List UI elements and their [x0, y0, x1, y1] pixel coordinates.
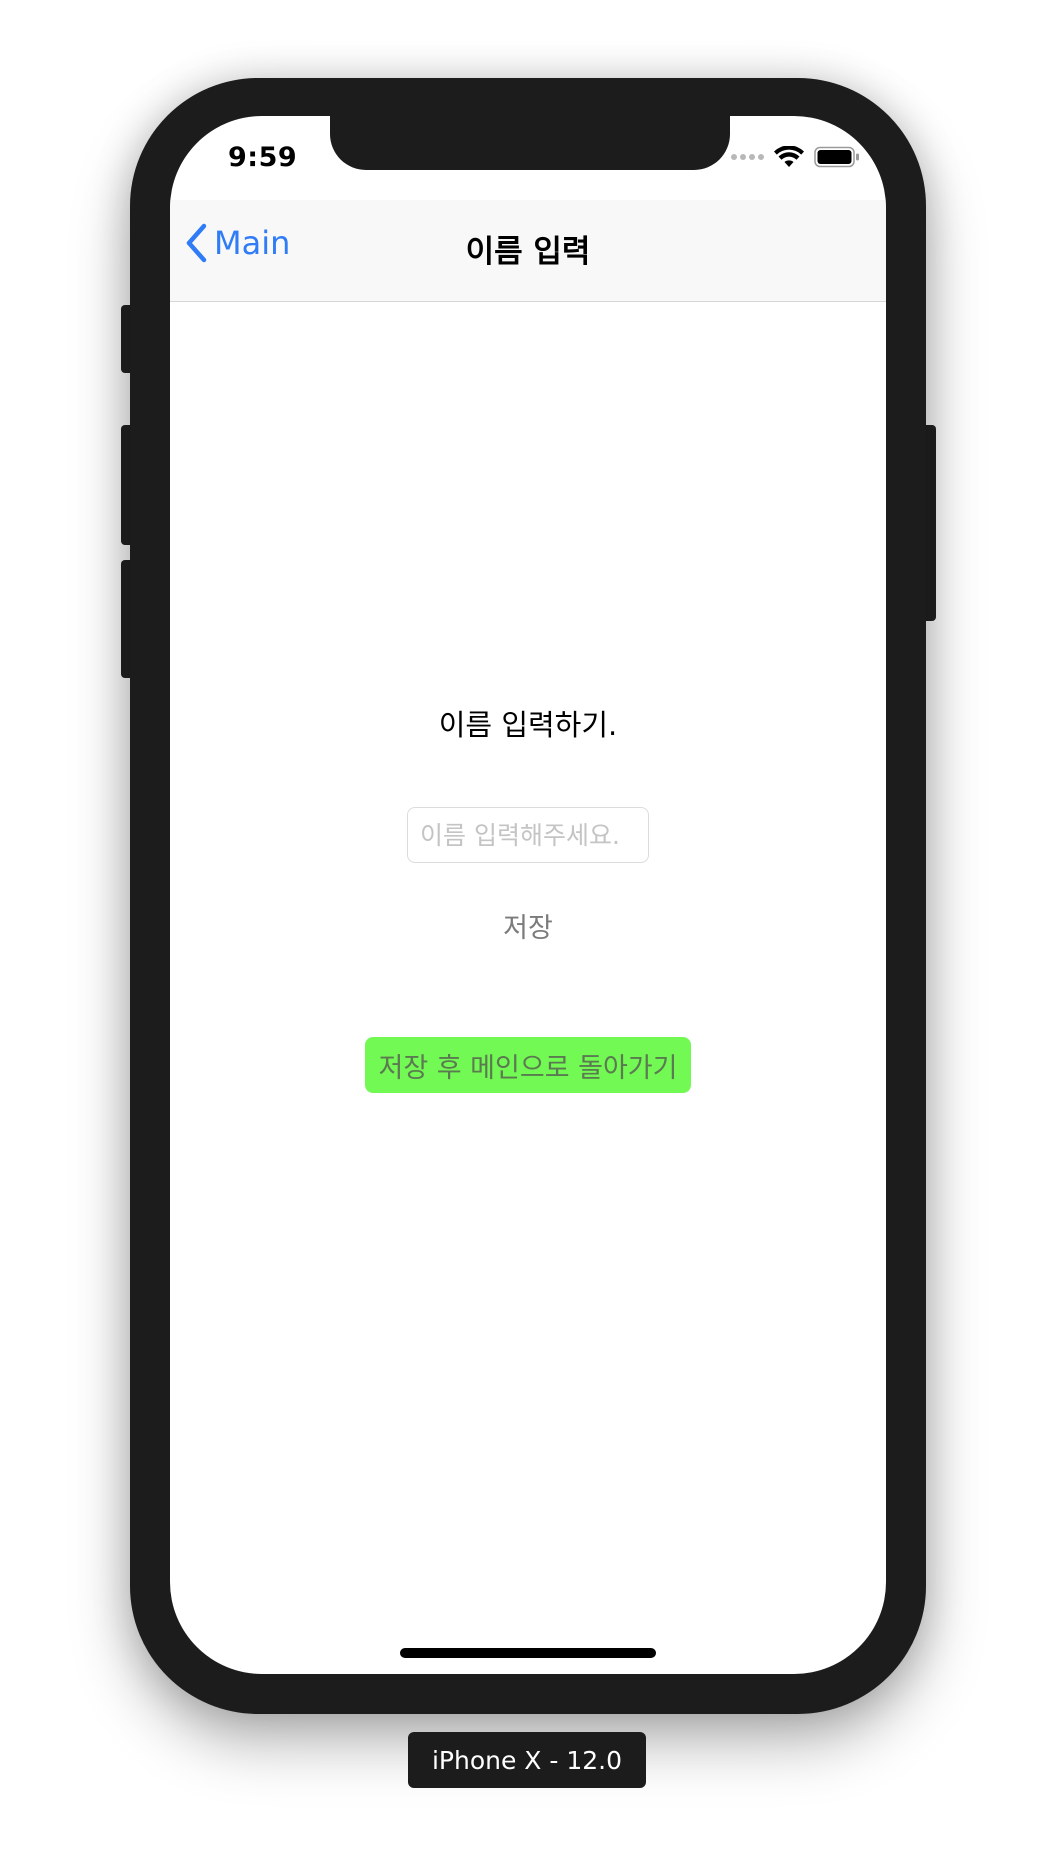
notch [330, 116, 730, 170]
nav-title: 이름 입력 [465, 234, 591, 270]
battery-icon [814, 146, 859, 168]
wifi-icon [774, 146, 804, 167]
save-button[interactable]: 저장 [170, 906, 886, 945]
simulator-device-label: iPhone X - 12.0 [408, 1732, 646, 1788]
cellular-signal-icon [731, 154, 764, 160]
home-indicator[interactable] [400, 1648, 656, 1658]
name-input[interactable] [407, 807, 649, 863]
page-heading: 이름 입력하기. [438, 708, 618, 742]
navigation-bar: Main 이름 입력 [170, 200, 886, 302]
device-screen: 9:59 Main 이름 입력 이름 입력하기. 이름 입력해주세요. 저장 저… [170, 116, 886, 1674]
save-and-return-button[interactable]: 저장 후 메인으로 돌아가기 [365, 1037, 691, 1093]
status-icons [731, 146, 860, 168]
status-time: 9:59 [228, 142, 298, 173]
simulator-stage: 9:59 Main 이름 입력 이름 입력하기. 이름 입력해주세요. 저장 저… [0, 0, 1056, 1860]
